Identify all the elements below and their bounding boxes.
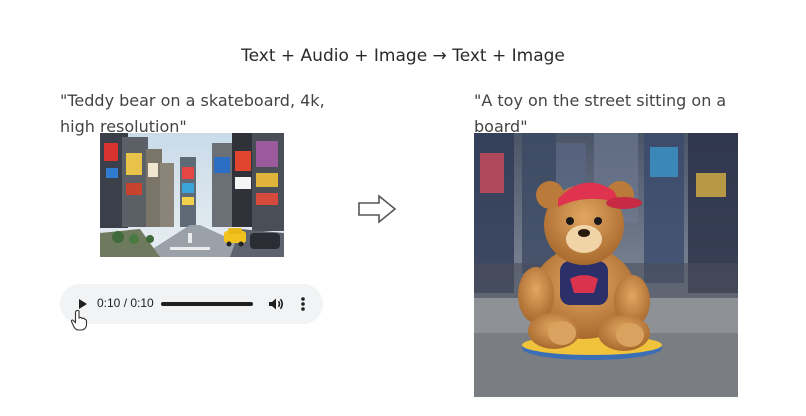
- teddy-bear-image: [474, 133, 738, 397]
- page-title: Text + Audio + Image → Text + Image: [241, 46, 565, 66]
- volume-icon[interactable]: [266, 294, 286, 314]
- more-vert-icon[interactable]: [296, 294, 310, 314]
- audio-progress-bar[interactable]: [161, 302, 253, 306]
- audio-player[interactable]: 0:10 / 0:10: [60, 284, 323, 324]
- right-arrow-icon: [357, 194, 399, 224]
- city-street-image: [100, 133, 284, 257]
- audio-time-display: 0:10 / 0:10: [97, 296, 154, 310]
- hand-cursor-icon: [70, 309, 88, 331]
